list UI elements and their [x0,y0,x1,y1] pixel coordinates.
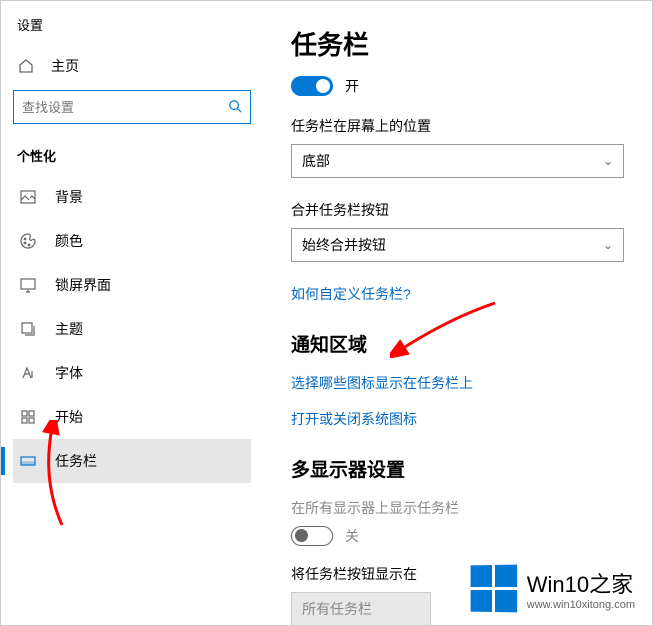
toggle-multi-monitor[interactable] [291,526,333,546]
nav-label: 主题 [55,319,83,339]
position-value: 底部 [302,151,330,171]
position-select[interactable]: 底部 ⌄ [291,144,624,178]
chevron-down-icon: ⌄ [603,154,613,168]
system-icons-link[interactable]: 打开或关闭系统图标 [291,409,624,429]
nav-item-background[interactable]: 背景 [13,175,251,219]
search-icon [228,99,242,116]
multi-toggle-label: 在所有显示器上显示任务栏 [291,498,624,518]
toggle-multi-state: 关 [345,526,359,546]
show-on-select: 所有任务栏 [291,592,431,625]
taskbar-icon [19,452,37,470]
image-icon [19,188,37,206]
home-icon [17,57,35,75]
nav-item-colors[interactable]: 颜色 [13,219,251,263]
themes-icon [19,320,37,338]
combine-value: 始终合并按钮 [302,235,386,255]
combine-label: 合并任务栏按钮 [291,200,624,220]
nav-label: 背景 [55,187,83,207]
lockscreen-icon [19,276,37,294]
app-title: 设置 [13,15,251,34]
home-label: 主页 [51,56,79,76]
chevron-down-icon: ⌄ [603,238,613,252]
position-label: 任务栏在屏幕上的位置 [291,116,624,136]
watermark-title: Win10之家 [527,567,635,599]
nav-label: 锁屏界面 [55,275,111,295]
search-box[interactable] [13,90,251,124]
combine-select[interactable]: 始终合并按钮 ⌄ [291,228,624,262]
multi-monitor-title: 多显示器设置 [291,455,624,482]
customize-link[interactable]: 如何自定义任务栏? [291,284,624,304]
nav-home[interactable]: 主页 [13,50,251,90]
nav-item-lockscreen[interactable]: 锁屏界面 [13,263,251,307]
nav-label: 颜色 [55,231,83,251]
select-icons-link[interactable]: 选择哪些图标显示在任务栏上 [291,373,624,393]
nav-item-start[interactable]: 开始 [13,395,251,439]
search-input[interactable] [22,100,228,115]
start-icon [19,408,37,426]
notification-area-title: 通知区域 [291,330,624,357]
show-on-value: 所有任务栏 [302,599,372,619]
watermark-url: www.win10xitong.com [527,599,635,611]
nav-label: 开始 [55,407,83,427]
nav-label: 字体 [55,363,83,383]
toggle-state-label: 开 [345,76,359,96]
section-label: 个性化 [13,146,251,175]
nav-label: 任务栏 [55,451,97,471]
toggle-main[interactable] [291,76,333,96]
nav-item-taskbar[interactable]: 任务栏 [13,439,251,483]
watermark: Win10之家 www.win10xitong.com [470,565,635,612]
windows-logo-icon [470,565,517,613]
nav-item-fonts[interactable]: 字体 [13,351,251,395]
fonts-icon [19,364,37,382]
page-title: 任务栏 [291,25,624,62]
nav-item-themes[interactable]: 主题 [13,307,251,351]
palette-icon [19,232,37,250]
